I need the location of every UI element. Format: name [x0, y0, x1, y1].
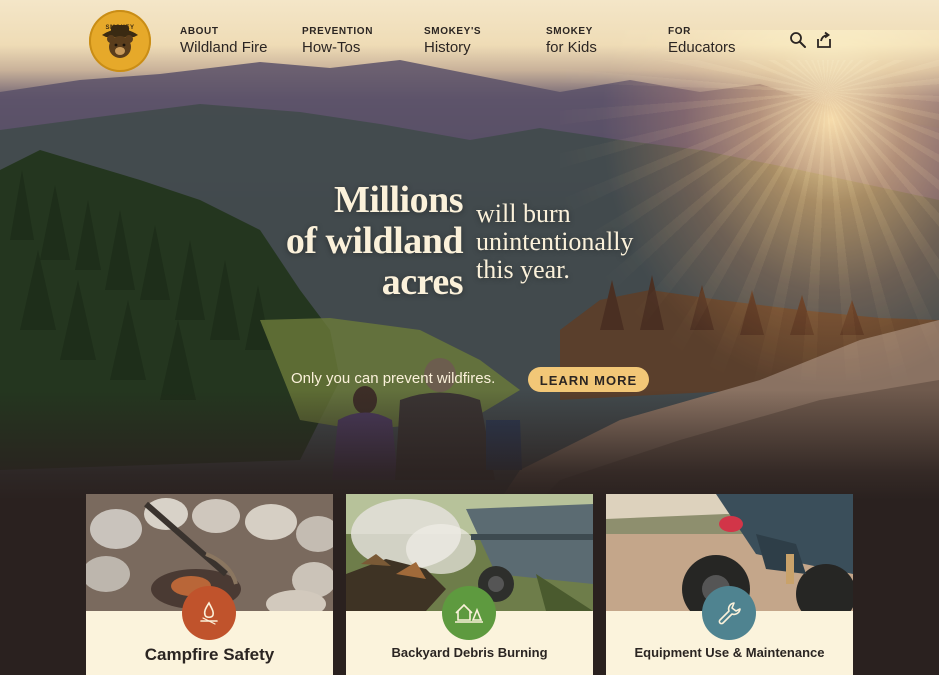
headline-line: unintentionally: [476, 227, 634, 256]
headline-line: will burn: [476, 199, 571, 228]
nav-label-small: Smokey's: [424, 26, 482, 37]
card-title: Campfire Safety: [144, 645, 275, 664]
nav-smokey-for-kids[interactable]: Smokey for Kids: [546, 26, 597, 57]
nav-label-small: Smokey: [546, 26, 593, 37]
hero-image: [0, 0, 939, 500]
nav-smokeys-history[interactable]: Smokey's History: [424, 26, 481, 57]
share-icon[interactable]: [815, 31, 833, 49]
headline-line: acres: [381, 261, 464, 303]
campfire-icon: [200, 601, 218, 625]
card-title: Equipment Use & Maintenance: [634, 645, 825, 660]
logo-text: SMOKEY: [105, 25, 135, 31]
hero-tagline: Only you can prevent wildfires.: [291, 370, 496, 387]
headline-light: will burn unintentionally this year.: [476, 200, 706, 284]
headline-line: this year.: [476, 255, 570, 284]
card-campfire-safety[interactable]: Campfire Safety: [86, 494, 333, 675]
card-badge: [182, 586, 236, 640]
nav-label-big: for Kids: [546, 39, 597, 56]
house-trees-icon: [455, 603, 483, 623]
card-title: Backyard Debris Burning: [391, 645, 548, 660]
nav-label-big: History: [424, 39, 471, 56]
hero-fade: [0, 390, 939, 500]
nav-label-small: Prevention: [302, 26, 374, 37]
card-badge: [702, 586, 756, 640]
nav-label-small: For: [668, 26, 691, 37]
nav-about-wildland-fire[interactable]: About Wildland Fire: [180, 26, 268, 57]
wrench-icon: [718, 602, 741, 625]
nav-for-educators[interactable]: For Educators: [668, 26, 736, 57]
learn-more-button[interactable]: LEARN MORE: [528, 367, 649, 392]
card-badge: [442, 586, 496, 640]
headline-line: Millions: [333, 179, 464, 221]
nav-label-big: Wildland Fire: [180, 39, 268, 56]
nav-label-big: How-Tos: [302, 39, 361, 56]
search-icon[interactable]: [789, 31, 807, 49]
nav-label-big: Educators: [668, 39, 736, 56]
card-equipment-use-maintenance[interactable]: Equipment Use & Maintenance: [606, 494, 853, 675]
headline-bold: Millions of wildland acres: [230, 179, 464, 303]
smokey-logo[interactable]: SMOKEY: [89, 10, 151, 72]
headline-line: of wildland: [285, 220, 464, 262]
card-backyard-debris-burning[interactable]: Backyard Debris Burning: [346, 494, 593, 675]
nav-label-small: About: [180, 26, 219, 37]
nav-prevention-how-tos[interactable]: Prevention How-Tos: [302, 26, 373, 57]
